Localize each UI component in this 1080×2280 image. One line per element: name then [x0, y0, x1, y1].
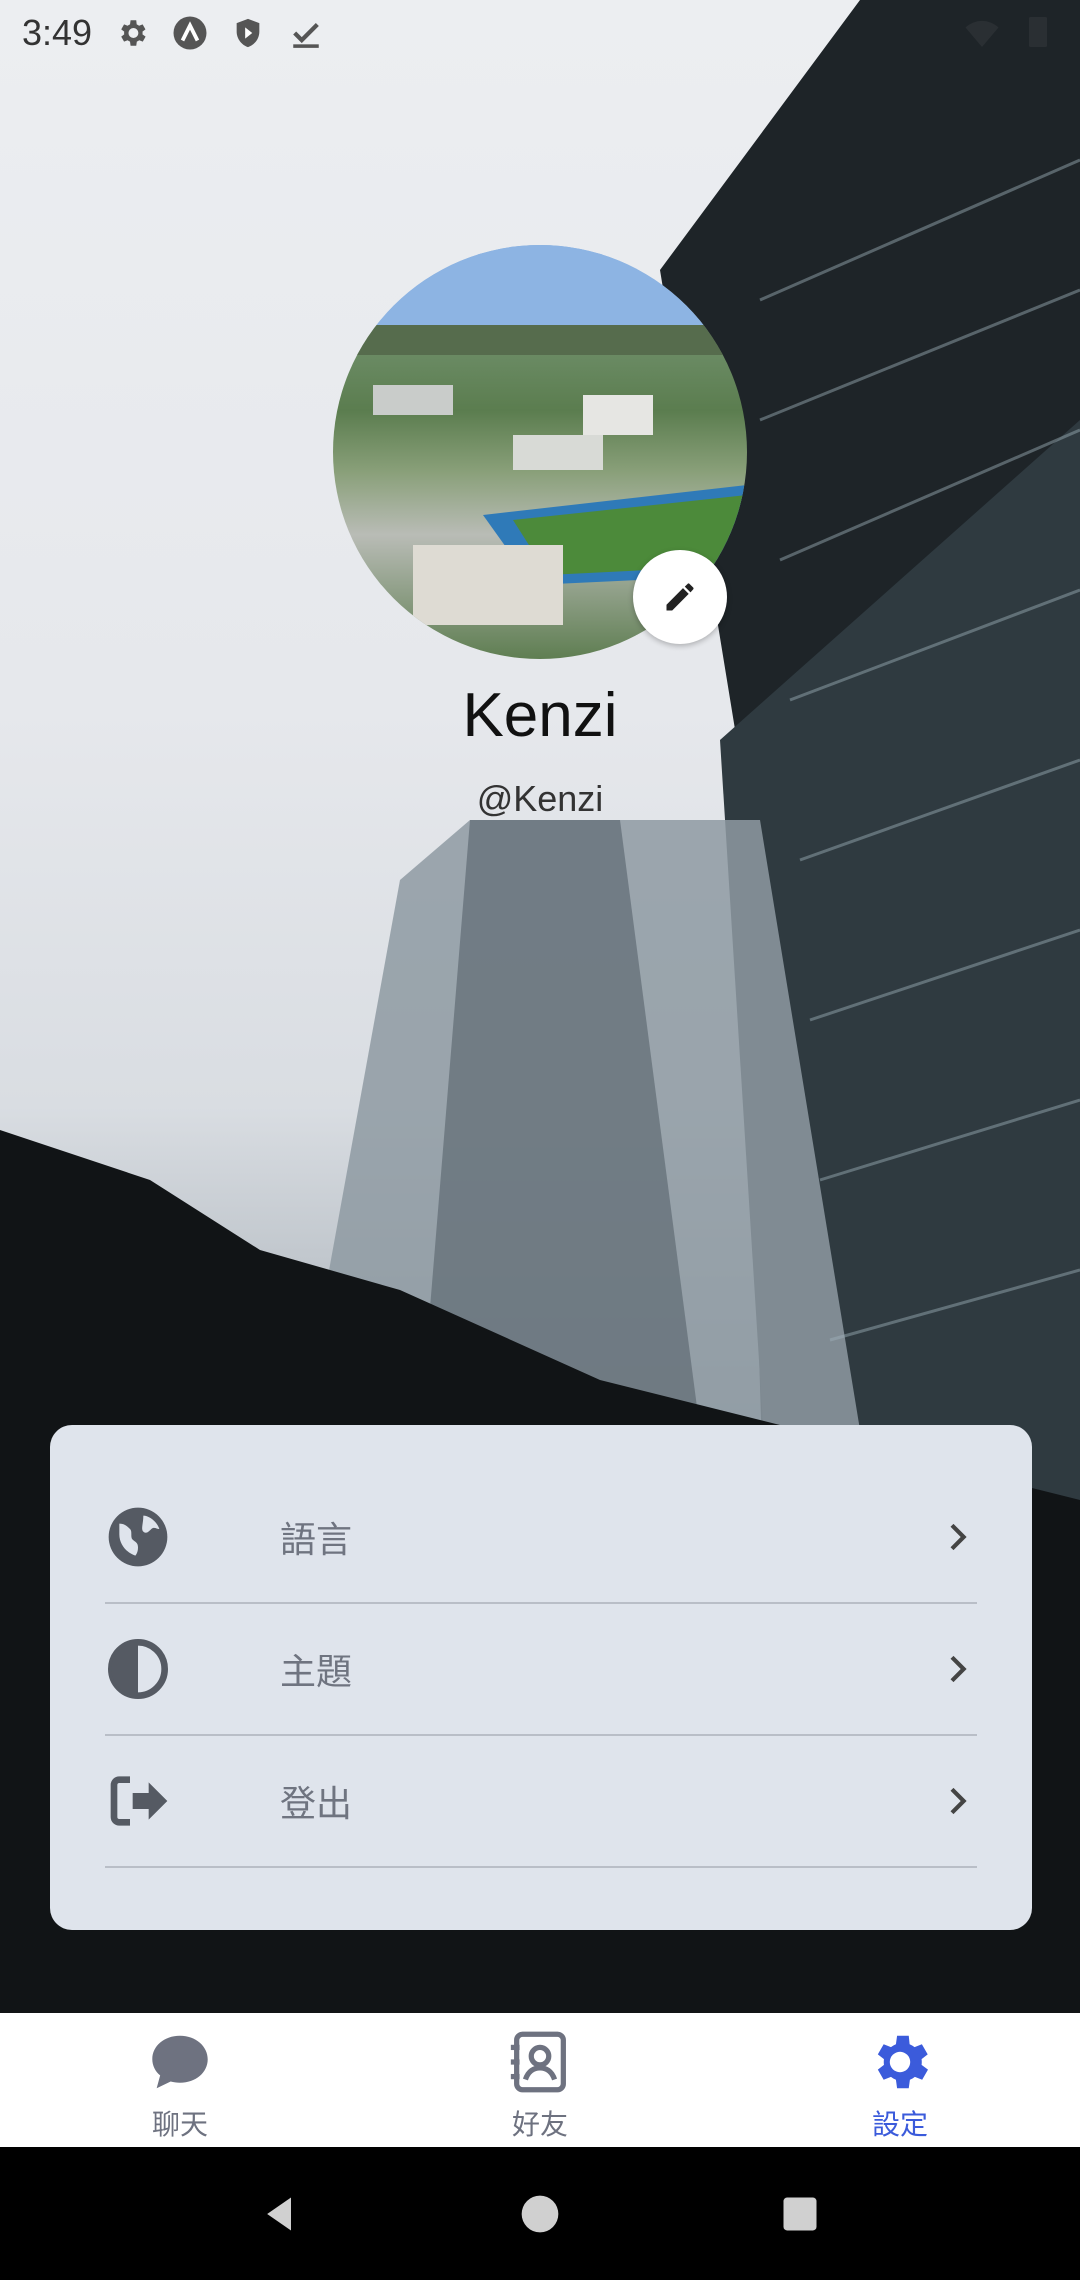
wifi-icon: [965, 20, 999, 47]
edit-avatar-button[interactable]: [633, 550, 727, 644]
globe-icon: [105, 1504, 171, 1570]
settings-item-language[interactable]: 語言: [105, 1472, 977, 1604]
status-time: 3:49: [22, 12, 93, 53]
status-bar: 3:49: [0, 0, 1080, 66]
profile-name: Kenzi: [462, 681, 618, 750]
logout-icon: [105, 1768, 171, 1834]
settings-item-label: 登出: [280, 1784, 353, 1825]
status-system-icons: [962, 14, 1058, 50]
battery-icon: [1029, 17, 1047, 47]
back-triangle-icon: [267, 2197, 291, 2230]
a-badge-icon: [172, 15, 208, 51]
gear-icon: [114, 15, 150, 51]
nav-item-settings[interactable]: 設定: [720, 2013, 1080, 2147]
settings-item-theme[interactable]: 主題: [105, 1604, 977, 1736]
nav-label: 聊天: [151, 2108, 208, 2141]
back-button[interactable]: [257, 2191, 303, 2237]
shield-icon: [230, 15, 266, 51]
chevron-right-icon: [950, 1787, 967, 1815]
profile-avatar-container: [333, 245, 747, 659]
chevron-right-icon: [950, 1655, 967, 1683]
nav-item-chat[interactable]: 聊天: [0, 2013, 360, 2147]
contrast-icon: [105, 1636, 171, 1702]
pencil-icon: [666, 583, 694, 611]
download-check-icon: [288, 15, 324, 51]
recents-square-icon: [783, 2197, 817, 2230]
nav-item-friends[interactable]: 好友: [360, 2013, 720, 2147]
recents-button[interactable]: [777, 2191, 823, 2237]
settings-card: 語言 主題 登出: [50, 1425, 1032, 1930]
home-circle-icon: [521, 2195, 559, 2232]
system-navigation-bar: [0, 2147, 1080, 2280]
bottom-navigation: 聊天 好友 設定: [0, 2013, 1080, 2147]
chevron-right-icon: [950, 1523, 967, 1551]
nav-label: 好友: [511, 2108, 568, 2141]
settings-gear-icon: [877, 2035, 928, 2089]
home-button[interactable]: [517, 2191, 563, 2237]
nav-label: 設定: [871, 2108, 928, 2141]
profile-handle: @Kenzi: [476, 778, 604, 819]
chat-bubble-icon: [152, 2035, 208, 2089]
contacts-icon: [510, 2031, 566, 2093]
settings-item-label: 主題: [280, 1652, 353, 1693]
settings-item-logout[interactable]: 登出: [105, 1736, 977, 1868]
settings-item-label: 語言: [280, 1520, 353, 1561]
